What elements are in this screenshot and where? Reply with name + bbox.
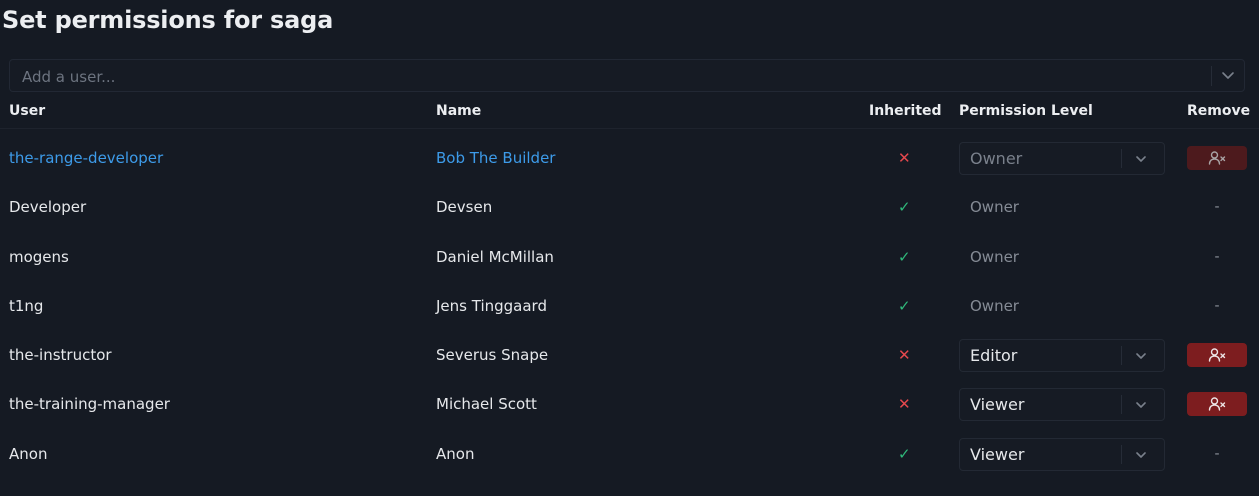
name-cell: Michael Scott <box>436 394 537 413</box>
table-row: the-range-developer Bob The Builder ✕ Owner <box>0 133 1259 182</box>
permission-level-value: Viewer <box>970 445 1025 464</box>
user-cell: mogens <box>9 247 69 266</box>
remove-placeholder: - <box>1214 198 1220 215</box>
header-user: User <box>9 103 46 119</box>
permission-level-select[interactable]: Owner <box>959 142 1165 175</box>
page-title: Set permissions for saga <box>2 6 334 34</box>
remove-placeholder: - <box>1214 248 1220 265</box>
permission-level-value: Owner <box>970 149 1023 168</box>
user-cell: the-instructor <box>9 345 112 364</box>
check-icon: ✓ <box>898 296 911 315</box>
select-separator <box>1121 445 1122 464</box>
table-row: t1ng Jens Tinggaard ✓ Owner - <box>0 281 1259 330</box>
name-cell[interactable]: Bob The Builder <box>436 133 555 182</box>
table-row: the-training-manager Michael Scott ✕ Viewer <box>0 379 1259 428</box>
select-separator <box>1121 395 1122 414</box>
name-cell: Devsen <box>436 197 493 216</box>
add-user-input[interactable] <box>20 60 1194 93</box>
user-cell: t1ng <box>9 296 44 315</box>
permission-level-text: Owner <box>970 197 1019 216</box>
chevron-down-icon[interactable] <box>1132 150 1150 168</box>
remove-user-button[interactable] <box>1187 392 1247 416</box>
x-icon: ✕ <box>898 394 911 413</box>
name-cell: Anon <box>436 444 475 463</box>
add-user-separator <box>1211 66 1212 86</box>
header-name: Name <box>436 103 482 119</box>
user-remove-icon <box>1208 151 1226 165</box>
x-icon: ✕ <box>898 148 911 167</box>
table-row: Developer Devsen ✓ Owner - <box>0 182 1259 231</box>
header-remove: Remove <box>1187 103 1251 119</box>
permission-level-value: Viewer <box>970 395 1025 414</box>
user-cell: Anon <box>9 444 48 463</box>
user-cell: Developer <box>9 197 87 216</box>
remove-user-button[interactable] <box>1187 343 1247 367</box>
permission-level-value: Editor <box>970 346 1018 365</box>
name-cell: Severus Snape <box>436 345 549 364</box>
chevron-down-icon[interactable] <box>1132 347 1150 365</box>
name-cell: Jens Tinggaard <box>436 296 547 315</box>
remove-user-button[interactable] <box>1187 146 1247 170</box>
add-user-select[interactable] <box>9 59 1245 93</box>
permission-level-select[interactable]: Viewer <box>959 438 1165 471</box>
check-icon: ✓ <box>898 197 911 216</box>
name-cell: Daniel McMillan <box>436 247 554 266</box>
permission-level-select[interactable]: Editor <box>959 339 1165 372</box>
check-icon: ✓ <box>898 247 911 266</box>
table-row: mogens Daniel McMillan ✓ Owner - <box>0 232 1259 281</box>
header-divider <box>0 128 1259 129</box>
permission-level-text: Owner <box>970 296 1019 315</box>
table-row: the-instructor Severus Snape ✕ Editor <box>0 330 1259 379</box>
permission-level-select[interactable]: Viewer <box>959 388 1165 421</box>
user-cell: the-training-manager <box>9 394 170 413</box>
select-separator <box>1121 149 1122 168</box>
permission-level-text: Owner <box>970 247 1019 266</box>
chevron-down-icon[interactable] <box>1132 396 1150 414</box>
chevron-down-icon[interactable] <box>1218 67 1238 85</box>
x-icon: ✕ <box>898 345 911 364</box>
user-cell[interactable]: the-range-developer <box>9 133 163 182</box>
select-separator <box>1121 346 1122 365</box>
chevron-down-icon[interactable] <box>1132 446 1150 464</box>
check-icon: ✓ <box>898 444 911 463</box>
user-remove-icon <box>1208 397 1226 411</box>
remove-placeholder: - <box>1214 445 1220 462</box>
header-permission-level: Permission Level <box>959 103 1093 119</box>
remove-placeholder: - <box>1214 297 1220 314</box>
table-row: Anon Anon ✓ Viewer - <box>0 429 1259 478</box>
header-inherited: Inherited <box>869 103 942 119</box>
user-remove-icon <box>1208 348 1226 362</box>
